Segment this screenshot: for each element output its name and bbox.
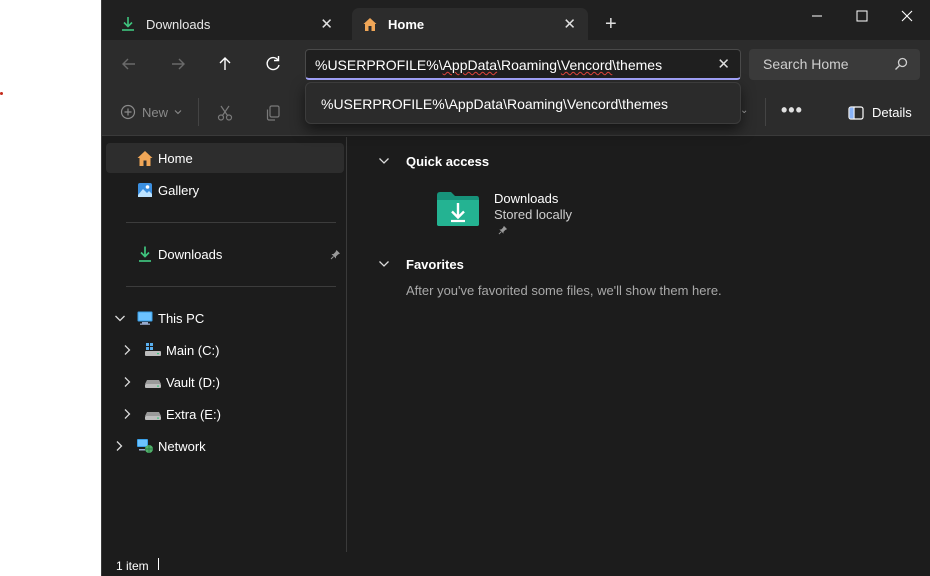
tab-label: Downloads — [146, 17, 211, 32]
status-divider — [158, 558, 159, 570]
divider — [198, 98, 199, 126]
navigation-pane: Home Gallery Downloads This PC Main (C:)… — [102, 137, 347, 552]
downloads-folder-icon — [437, 192, 479, 226]
tab-label: Home — [388, 17, 425, 32]
details-pane-icon — [848, 105, 864, 120]
new-tab-button[interactable]: + — [605, 13, 617, 36]
chevron-down-icon — [379, 261, 389, 267]
sidebar-item-network[interactable]: Network — [106, 431, 344, 461]
gallery-icon — [138, 183, 152, 197]
home-icon — [363, 18, 377, 31]
sidebar-item-this-pc[interactable]: This PC — [106, 303, 344, 333]
sidebar-item-label: Network — [158, 439, 206, 454]
forward-arrow-icon[interactable] — [166, 52, 190, 76]
address-bar-input[interactable]: %USERPROFILE%\AppData\Roaming\Vencord\th… — [305, 49, 741, 80]
tab-close-button[interactable]: ✕ — [320, 15, 333, 33]
navigation-bar: %USERPROFILE%\AppData\Roaming\Vencord\th… — [102, 40, 930, 88]
more-options-button[interactable]: ••• — [781, 100, 803, 121]
windows-drive-icon — [145, 343, 161, 356]
status-bar: 1 item — [102, 552, 930, 576]
chevron-down-icon — [379, 158, 389, 164]
copy-icon[interactable] — [264, 104, 282, 122]
sidebar-item-home[interactable]: Home — [106, 143, 344, 173]
divider — [126, 286, 336, 287]
cut-icon[interactable] — [216, 104, 234, 122]
close-icon[interactable] — [887, 4, 927, 28]
chevron-down-icon[interactable]: ⌄ — [740, 105, 748, 116]
plus-circle-icon — [120, 104, 136, 120]
section-title: Favorites — [406, 257, 464, 272]
address-clear-button[interactable]: ✕ — [717, 55, 730, 73]
maximize-icon[interactable] — [842, 4, 882, 28]
chevron-right-icon[interactable] — [122, 408, 132, 420]
monitor-icon — [137, 311, 153, 325]
chevron-right-icon[interactable] — [114, 440, 124, 452]
file-explorer-window: Downloads ✕ Home ✕ + %USERPROFILE%\AppDa… — [101, 0, 930, 576]
new-button[interactable]: New — [120, 104, 182, 120]
home-icon — [137, 151, 153, 166]
download-icon — [139, 246, 151, 262]
red-dot-marker — [0, 92, 3, 95]
sidebar-item-label: Gallery — [158, 183, 200, 198]
new-label: New — [142, 104, 169, 120]
up-arrow-icon[interactable] — [213, 52, 237, 76]
chevron-right-icon[interactable] — [122, 344, 132, 356]
refresh-icon[interactable] — [261, 52, 285, 76]
suggestion-item[interactable]: %USERPROFILE%\AppData\Roaming\Vencord\th… — [321, 96, 668, 112]
address-text: %USERPROFILE%\AppData\Roaming\Vencord\th… — [315, 57, 663, 73]
sidebar-item-label: Home — [158, 151, 193, 166]
chevron-right-icon[interactable] — [122, 376, 132, 388]
favorites-empty-message: After you've favorited some files, we'll… — [406, 283, 722, 298]
details-label: Details — [872, 105, 912, 120]
divider — [765, 98, 766, 126]
chevron-down-icon[interactable] — [114, 313, 126, 323]
sidebar-item-drive-e[interactable]: Extra (E:) — [106, 399, 344, 429]
sidebar-item-drive-c[interactable]: Main (C:) — [106, 335, 344, 365]
download-icon — [122, 17, 134, 31]
minimize-icon[interactable] — [797, 4, 837, 28]
pin-icon[interactable] — [330, 249, 341, 260]
divider — [126, 222, 336, 223]
sidebar-item-drive-d[interactable]: Vault (D:) — [106, 367, 344, 397]
sidebar-item-label: Main (C:) — [166, 343, 220, 358]
pin-icon — [498, 225, 508, 235]
tab-downloads[interactable]: Downloads ✕ — [110, 8, 345, 40]
item-count: 1 item — [116, 559, 149, 573]
tab-close-button[interactable]: ✕ — [563, 15, 576, 33]
sidebar-item-label: Extra (E:) — [166, 407, 221, 422]
drive-icon — [145, 380, 161, 388]
search-placeholder: Search Home — [763, 56, 849, 72]
search-icon — [895, 57, 908, 70]
downloads-folder-tile[interactable]: Downloads Stored locally — [436, 191, 586, 239]
sidebar-item-label: Vault (D:) — [166, 375, 220, 390]
drive-icon — [145, 412, 161, 420]
address-suggestion-dropdown: %USERPROFILE%\AppData\Roaming\Vencord\th… — [305, 82, 741, 124]
search-input[interactable]: Search Home — [749, 49, 920, 80]
details-button[interactable]: Details — [848, 105, 912, 120]
section-title: Quick access — [406, 154, 490, 169]
sidebar-item-downloads[interactable]: Downloads — [106, 239, 344, 269]
network-icon — [137, 439, 153, 453]
sidebar-item-gallery[interactable]: Gallery — [106, 175, 344, 205]
tile-name: Downloads — [494, 191, 559, 206]
content-pane: Quick access Downloads Stored locally Fa… — [348, 137, 930, 552]
chevron-down-icon — [174, 110, 182, 115]
back-arrow-icon[interactable] — [117, 52, 141, 76]
sidebar-item-label: Downloads — [158, 247, 223, 262]
sidebar-item-label: This PC — [158, 311, 205, 326]
tile-subtitle: Stored locally — [494, 207, 573, 222]
